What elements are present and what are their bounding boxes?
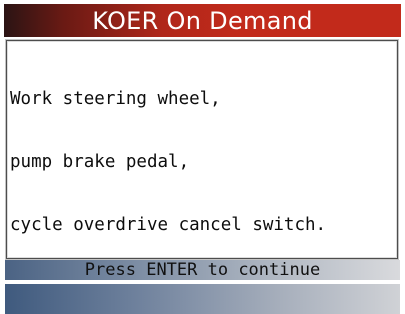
instruction-text: Work steering wheel, pump brake pedal, c… [10, 47, 326, 278]
message-panel: Work steering wheel, pump brake pedal, c… [5, 39, 399, 260]
screen-title: KOER On Demand [92, 6, 313, 35]
continue-prompt: Press ENTER to continue [84, 259, 321, 280]
instruction-line: cycle overdrive cancel switch. [10, 215, 327, 235]
instruction-line: Work steering wheel, [10, 89, 221, 109]
instruction-line: pump brake pedal, [10, 152, 190, 172]
bottom-status-bar [5, 284, 400, 314]
scan-tool-screen: KOER On Demand Work steering wheel, pump… [0, 0, 405, 314]
continue-prompt-bar[interactable]: Press ENTER to continue [5, 260, 400, 280]
title-bar: KOER On Demand [4, 4, 401, 37]
